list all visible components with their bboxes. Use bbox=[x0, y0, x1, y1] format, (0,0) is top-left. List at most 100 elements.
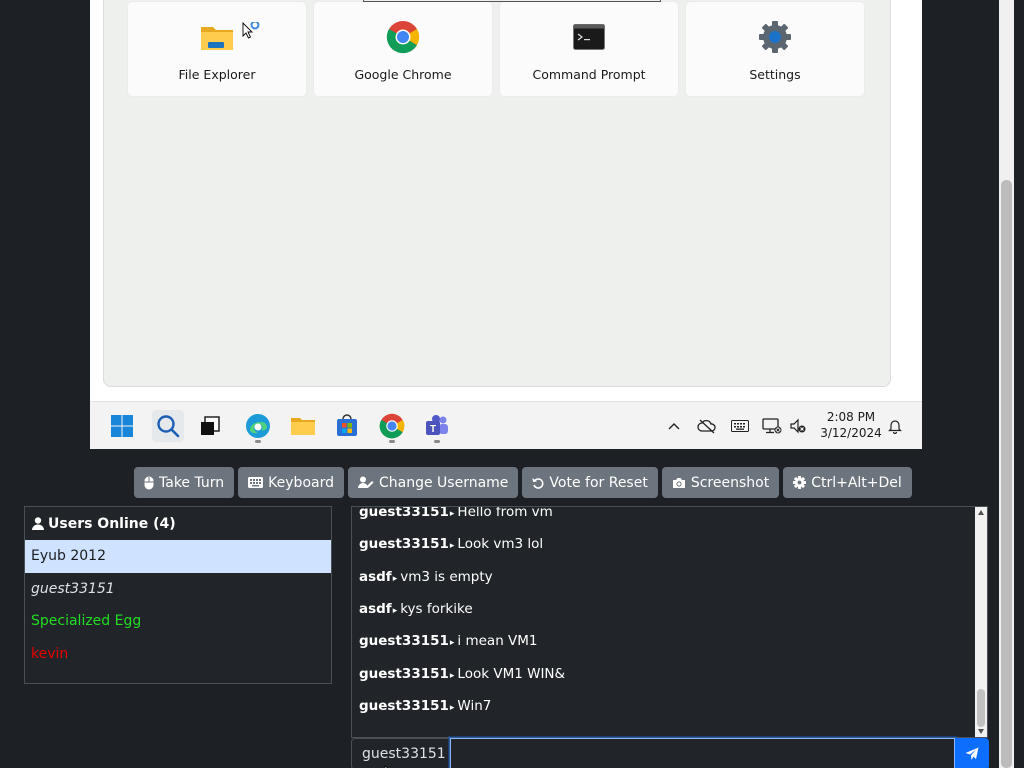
user-icon bbox=[32, 517, 44, 530]
file-explorer-icon[interactable] bbox=[287, 410, 319, 442]
app-label: File Explorer bbox=[178, 67, 256, 82]
mouse-icon bbox=[144, 476, 154, 490]
terminal-icon bbox=[572, 20, 606, 54]
pinned-apps: File Explorer Google Chrome Command Prom… bbox=[128, 2, 864, 96]
message-text: Hello from vm bbox=[457, 506, 553, 520]
change-username-label: Change Username bbox=[378, 474, 509, 491]
pinned-app-file-explorer[interactable]: File Explorer bbox=[128, 2, 306, 96]
app-label: Settings bbox=[749, 67, 801, 82]
take-turn-label: Take Turn bbox=[159, 474, 225, 491]
camera-icon bbox=[672, 477, 686, 489]
message-text: i mean VM1 bbox=[457, 633, 538, 649]
chat-scrollbar-thumb[interactable] bbox=[977, 689, 985, 727]
pinned-app-command-prompt[interactable]: Command Prompt bbox=[500, 2, 678, 96]
page-scrollbar-thumb[interactable] bbox=[1001, 180, 1012, 768]
change-username-button[interactable]: Change Username bbox=[347, 467, 519, 498]
chat-message: asdf▸ kys forkike bbox=[359, 601, 473, 617]
message-separator: ▸ bbox=[449, 541, 455, 551]
scroll-up-arrow-icon[interactable] bbox=[978, 510, 984, 515]
gear-icon bbox=[758, 20, 792, 54]
cloud-off-icon[interactable] bbox=[697, 416, 717, 436]
network-icon[interactable] bbox=[762, 416, 782, 436]
message-text: kys forkike bbox=[400, 601, 473, 617]
screenshot-button[interactable]: Screenshot bbox=[661, 467, 780, 498]
vote-for-reset-button[interactable]: Vote for Reset bbox=[522, 467, 658, 498]
windows-start-icon[interactable] bbox=[106, 410, 138, 442]
keyboard-label: Keyboard bbox=[268, 474, 334, 491]
chat-message: guest33151▸ Look vm3 lol bbox=[359, 536, 543, 552]
app-label: Command Prompt bbox=[532, 67, 646, 82]
task-view-icon[interactable] bbox=[194, 410, 226, 442]
ctrl-alt-del-button[interactable]: Ctrl+Alt+Del bbox=[783, 467, 912, 498]
rotate-left-icon bbox=[532, 477, 544, 489]
clock-time: 2:08 PM bbox=[826, 410, 876, 424]
message-username: asdf bbox=[359, 601, 392, 617]
keyboard-button[interactable]: Keyboard bbox=[238, 467, 344, 498]
app-label: Google Chrome bbox=[354, 67, 452, 82]
volume-muted-icon[interactable] bbox=[788, 416, 808, 436]
chat-username-label: guest33151 bbox=[351, 738, 450, 768]
chrome-icon bbox=[386, 20, 420, 54]
page-scrollbar[interactable] bbox=[999, 0, 1014, 768]
user-list-item[interactable]: guest33151 bbox=[25, 573, 331, 606]
message-username: guest33151 bbox=[359, 536, 449, 552]
message-username: guest33151 bbox=[359, 633, 449, 649]
users-online-title: Users Online (4) bbox=[48, 515, 176, 532]
taskbar: T 2:08 PM 3/12/2024 bbox=[90, 401, 922, 449]
vote-for-reset-label: Vote for Reset bbox=[549, 474, 648, 491]
user-list-item[interactable]: Specialized Egg bbox=[25, 605, 331, 638]
chat-message: guest33151▸ i mean VM1 bbox=[359, 633, 538, 649]
gear-icon bbox=[793, 476, 807, 489]
chat-input-row: guest33151 bbox=[351, 738, 989, 768]
search-icon[interactable] bbox=[152, 410, 184, 442]
teams-icon[interactable]: T bbox=[421, 410, 453, 443]
vm-screen[interactable]: File Explorer Google Chrome Command Prom… bbox=[90, 0, 922, 449]
chat-messages[interactable]: guest33151▸ Hello from vm guest33151▸ Look… bbox=[351, 506, 988, 738]
take-turn-button[interactable]: Take Turn bbox=[134, 467, 235, 498]
keyboard-icon[interactable] bbox=[730, 416, 750, 436]
message-separator: ▸ bbox=[392, 606, 398, 616]
message-separator: ▸ bbox=[449, 509, 455, 519]
message-separator: ▸ bbox=[392, 574, 398, 584]
message-text: Look VM1 WIN& bbox=[457, 666, 566, 682]
message-username: guest33151 bbox=[359, 666, 449, 682]
mouse-pointer-icon bbox=[242, 20, 262, 46]
scroll-down-arrow-icon[interactable] bbox=[978, 729, 984, 734]
message-separator: ▸ bbox=[449, 638, 455, 648]
message-text: Look vm3 lol bbox=[457, 536, 544, 552]
users-online-panel: Users Online (4) Eyub 2012 guest33151 Sp… bbox=[24, 506, 332, 684]
pinned-app-google-chrome[interactable]: Google Chrome bbox=[314, 2, 492, 96]
message-username: guest33151 bbox=[359, 506, 449, 520]
message-username: guest33151 bbox=[359, 698, 449, 714]
chat-message: guest33151▸ Look VM1 WIN& bbox=[359, 666, 565, 682]
clock-date: 3/12/2024 bbox=[820, 426, 882, 440]
users-online-header: Users Online (4) bbox=[25, 507, 331, 540]
message-text: Win7 bbox=[457, 698, 492, 714]
send-icon bbox=[965, 747, 979, 761]
message-separator: ▸ bbox=[449, 671, 455, 681]
chat-input[interactable] bbox=[450, 738, 955, 768]
chevron-up-icon[interactable] bbox=[664, 416, 684, 436]
screenshot-label: Screenshot bbox=[690, 474, 770, 491]
svg-text:T: T bbox=[430, 424, 436, 435]
edge-icon[interactable] bbox=[242, 410, 274, 443]
message-text: vm3 is empty bbox=[400, 569, 493, 585]
store-icon[interactable] bbox=[331, 410, 363, 442]
folder-icon bbox=[200, 20, 234, 54]
chat-message: guest33151▸ Win7 bbox=[359, 698, 491, 714]
user-list-item[interactable]: kevin bbox=[25, 638, 331, 671]
bell-icon[interactable] bbox=[885, 416, 905, 436]
send-button[interactable] bbox=[955, 738, 989, 768]
vm-controls: Take Turn Keyboard Change Username Vote … bbox=[134, 467, 912, 498]
chat-message: asdf▸ vm3 is empty bbox=[359, 569, 493, 585]
user-list-item[interactable]: Eyub 2012 bbox=[25, 540, 331, 573]
chrome-icon[interactable] bbox=[376, 410, 408, 443]
system-clock[interactable]: 2:08 PM 3/12/2024 bbox=[816, 409, 886, 441]
mouse-pointer-icon bbox=[384, 760, 394, 768]
message-username: asdf bbox=[359, 569, 392, 585]
ctrl-alt-del-label: Ctrl+Alt+Del bbox=[811, 474, 902, 491]
message-separator: ▸ bbox=[449, 703, 455, 713]
keyboard-icon bbox=[248, 477, 264, 488]
chat-scrollbar[interactable] bbox=[975, 507, 987, 737]
pinned-app-settings[interactable]: Settings bbox=[686, 2, 864, 96]
